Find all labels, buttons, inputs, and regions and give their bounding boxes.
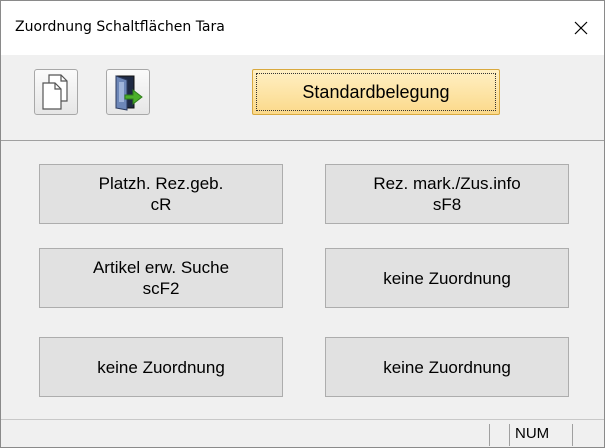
assignment-label: Rez. mark./Zus.info: [373, 174, 521, 193]
copy-pages-icon: [42, 74, 68, 110]
assignment-button-3[interactable]: Artikel erw. Suche scF2: [39, 248, 283, 308]
copy-button[interactable]: [34, 69, 78, 115]
standard-assignment-button[interactable]: Standardbelegung: [252, 69, 500, 115]
assignment-button-1[interactable]: Platzh. Rez.geb. cR: [39, 164, 283, 224]
assignment-label: Platzh. Rez.geb.: [98, 174, 224, 193]
assignment-button-4[interactable]: keine Zuordnung: [325, 248, 569, 308]
dialog-window: Zuordnung Schaltflächen Tara Standardbel…: [0, 0, 605, 448]
num-lock-indicator: NUM: [515, 425, 550, 442]
assignment-shortcut: cR: [150, 195, 172, 214]
assignment-button-6[interactable]: keine Zuordnung: [325, 337, 569, 397]
assignment-label: keine Zuordnung: [383, 357, 511, 377]
standard-assignment-label: Standardbelegung: [302, 81, 450, 102]
status-bar: NUM: [1, 419, 604, 447]
toolbar: Standardbelegung: [1, 55, 604, 141]
status-separator: [572, 424, 573, 446]
close-button[interactable]: [558, 1, 604, 55]
title-bar: Zuordnung Schaltflächen Tara: [1, 1, 604, 55]
exit-door-icon: [115, 75, 143, 111]
window-title: Zuordnung Schaltflächen Tara: [15, 19, 225, 35]
assignment-button-5[interactable]: keine Zuordnung: [39, 337, 283, 397]
status-separator: [509, 424, 510, 446]
close-icon: [574, 21, 588, 35]
assignment-label: keine Zuordnung: [383, 268, 511, 288]
status-separator: [489, 424, 490, 446]
assignment-label: Artikel erw. Suche: [92, 258, 230, 277]
assignment-button-2[interactable]: Rez. mark./Zus.info sF8: [325, 164, 569, 224]
assignment-label: keine Zuordnung: [97, 357, 225, 377]
exit-button[interactable]: [106, 69, 150, 115]
assignment-shortcut: sF8: [432, 195, 462, 214]
assignment-grid: Platzh. Rez.geb. cR Rez. mark./Zus.info …: [1, 142, 604, 403]
assignment-shortcut: scF2: [142, 279, 180, 298]
